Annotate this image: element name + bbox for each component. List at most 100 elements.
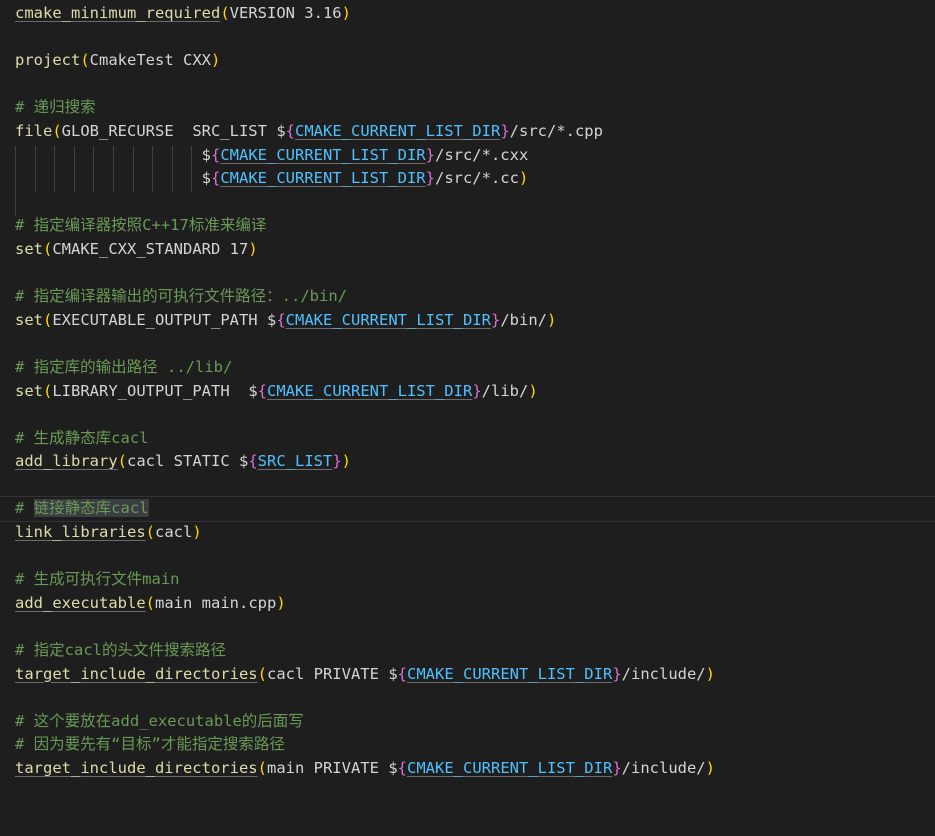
code-token-paren: ( (257, 759, 267, 777)
code-token-var: CMAKE_CURRENT_LIST_DIR (267, 381, 473, 400)
code-line[interactable]: ​ (15, 615, 935, 639)
code-line[interactable]: target_include_directories(main PRIVATE … (15, 757, 935, 781)
code-token-paren: ) (547, 310, 557, 329)
code-token-brace: } (490, 310, 501, 329)
code-token-plain: EXECUTABLE_OUTPUT_PATH (52, 310, 267, 329)
code-line[interactable]: # 生成静态库cacl (15, 427, 935, 451)
code-editor[interactable]: cmake_minimum_required(VERSION 3.16)​pro… (0, 0, 935, 836)
code-token-fn: link_libraries (15, 523, 146, 542)
code-token-paren: ) (211, 51, 221, 70)
code-line[interactable]: # 生成可执行文件main (15, 568, 935, 592)
code-line[interactable]: cmake_minimum_required(VERSION 3.16) (15, 2, 935, 26)
code-token-brace: { (397, 759, 407, 777)
code-line[interactable]: add_library(cacl STATIC ${SRC_LIST}) (15, 450, 935, 474)
code-token-plain: /bin/ (500, 310, 547, 329)
code-line[interactable]: link_libraries(cacl) (15, 521, 935, 545)
code-token-fn: set (15, 310, 43, 329)
code-token-paren: ( (145, 523, 155, 542)
code-token-paren: ( (257, 664, 267, 683)
code-token-paren: ( (43, 239, 53, 258)
code-token-comment: # 递归搜索 (15, 98, 96, 117)
code-token-fn: target_include_directories (15, 759, 258, 777)
code-line[interactable]: set(EXECUTABLE_OUTPUT_PATH ${CMAKE_CURRE… (15, 309, 935, 333)
code-token-paren: ( (80, 51, 90, 70)
code-token-plain: /lib/ (481, 381, 529, 400)
code-line[interactable]: # 指定cacl的头文件搜索路径 (15, 639, 935, 663)
code-token-plain: cacl (155, 523, 193, 542)
code-token-comment: # (15, 499, 34, 518)
code-token-dollar: $ (248, 381, 258, 400)
code-line[interactable]: ​ (15, 686, 935, 710)
code-token-brace: } (332, 452, 342, 471)
code-token-dollar: $ (201, 145, 211, 164)
code-token-comment: # 这个要放在add_executable的后面写 (15, 711, 304, 730)
code-token-var: CMAKE_CURRENT_LIST_DIR (407, 664, 613, 683)
code-token-paren: ) (192, 523, 202, 542)
code-token-plain: /include/ (621, 664, 706, 683)
code-token-brace: { (210, 145, 221, 164)
code-token-fn: set (15, 239, 43, 258)
code-token-paren: ) (248, 239, 258, 258)
code-token-comment: # 生成静态库cacl (15, 428, 149, 447)
code-line[interactable]: ​ (15, 73, 935, 97)
code-line[interactable]: ​ (15, 191, 935, 215)
code-line[interactable]: add_executable(main main.cpp) (15, 592, 935, 616)
code-line[interactable]: # 指定编译器输出的可执行文件路径：../bin/ (15, 285, 935, 309)
code-line[interactable]: ​ (15, 332, 935, 356)
code-token-plain: main PRIVATE (266, 759, 389, 777)
code-token-fn: set (15, 381, 43, 400)
code-token-brace: { (397, 664, 407, 683)
code-token-paren: ( (43, 310, 53, 329)
code-token-dollar: $ (276, 121, 286, 140)
code-token-plain: VERSION 3.16 (229, 4, 342, 22)
code-token-paren: ) (341, 452, 352, 471)
code-token-paren: ) (518, 169, 529, 188)
code-line[interactable]: project(CmakeTest CXX) (15, 49, 935, 73)
code-token-paren: ) (705, 759, 715, 777)
code-token-paren: ( (43, 381, 53, 400)
code-line[interactable]: # 因为要先有“目标”才能指定搜索路径 (15, 733, 935, 757)
code-token-brace: } (425, 169, 435, 188)
code-token-var: SRC_LIST (257, 452, 333, 471)
code-line[interactable]: # 这个要放在add_executable的后面写 (15, 710, 935, 734)
code-token-var: CMAKE_CURRENT_LIST_DIR (220, 169, 426, 188)
code-line[interactable]: # 指定编译器按照C++17标准来编译 (15, 214, 935, 238)
code-token-dollar: $ (201, 169, 211, 188)
code-line[interactable]: set(CMAKE_CXX_STANDARD 17) (15, 238, 935, 262)
code-token-plain: cacl PRIVATE (266, 664, 389, 683)
code-lines[interactable]: cmake_minimum_required(VERSION 3.16)​pro… (0, 2, 935, 781)
code-token-brace: } (500, 121, 510, 140)
code-token-plain: /src/*.cxx (434, 145, 529, 164)
code-token-plain: GLOB_RECURSE SRC_LIST (61, 121, 277, 140)
code-line[interactable]: ​ (15, 545, 935, 569)
code-line[interactable]: target_include_directories(cacl PRIVATE … (15, 663, 935, 687)
code-token-paren: ( (220, 4, 230, 22)
code-token-var: CMAKE_CURRENT_LIST_DIR (220, 145, 426, 164)
code-token-paren: ( (52, 121, 62, 140)
code-line[interactable]: ${CMAKE_CURRENT_LIST_DIR}/src/*.cc) (15, 167, 935, 191)
code-line[interactable]: ​ (15, 26, 935, 50)
code-token-paren: ) (341, 4, 351, 22)
code-token-var: CMAKE_CURRENT_LIST_DIR (285, 310, 491, 329)
code-token-plain: LIBRARY_OUTPUT_PATH (52, 381, 249, 400)
code-line[interactable]: ​ (15, 403, 935, 427)
code-token-fn: target_include_directories (15, 664, 258, 683)
code-line[interactable]: ​ (15, 474, 935, 498)
code-token-brace: { (248, 452, 258, 471)
code-token-brace: } (612, 759, 622, 777)
code-token-plain: /include/ (621, 759, 706, 777)
code-token-brace: { (285, 121, 295, 140)
code-token-brace: } (612, 664, 622, 683)
code-line[interactable]: # 递归搜索 (15, 96, 935, 120)
code-line[interactable]: file(GLOB_RECURSE SRC_LIST ${CMAKE_CURRE… (15, 120, 935, 144)
code-line[interactable]: ${CMAKE_CURRENT_LIST_DIR}/src/*.cxx (15, 144, 935, 168)
code-line[interactable]: ​ (15, 262, 935, 286)
code-token-fn: add_library (15, 452, 118, 471)
code-line-current[interactable]: # 链接静态库cacl (0, 496, 935, 523)
code-line[interactable]: # 指定库的输出路径 ../lib/ (15, 356, 935, 380)
code-line[interactable]: set(LIBRARY_OUTPUT_PATH ${CMAKE_CURRENT_… (15, 380, 935, 404)
code-token-dollar: $ (388, 664, 398, 683)
code-token-dollar: $ (238, 452, 249, 471)
code-token-plain: /src/*.cc (434, 169, 519, 188)
